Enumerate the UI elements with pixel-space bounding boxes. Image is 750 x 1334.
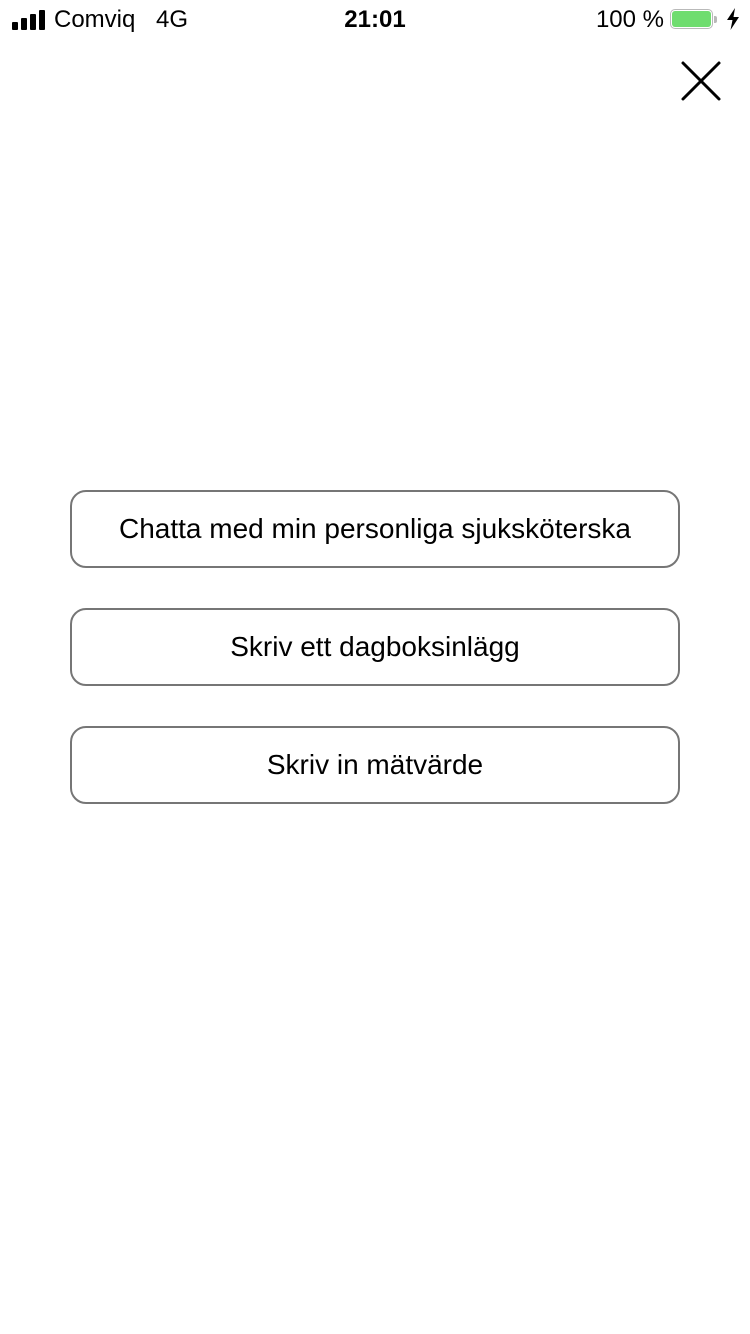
action-list: Chatta med min personliga sjuksköterska … — [70, 490, 680, 844]
battery-percentage: 100 % — [595, 6, 664, 33]
chat-with-nurse-button[interactable]: Chatta med min personliga sjuksköterska — [70, 490, 680, 568]
close-icon — [681, 61, 721, 101]
bolt-icon — [727, 8, 739, 30]
status-bar: Comviq 4G 21:01 100 % — [0, 0, 750, 40]
enter-measurement-button[interactable]: Skriv in mätvärde — [70, 726, 680, 804]
close-button[interactable] — [676, 56, 726, 106]
battery-level-fill — [672, 11, 711, 27]
battery-icon — [670, 9, 717, 31]
write-diary-entry-button[interactable]: Skriv ett dagboksinlägg — [70, 608, 680, 686]
